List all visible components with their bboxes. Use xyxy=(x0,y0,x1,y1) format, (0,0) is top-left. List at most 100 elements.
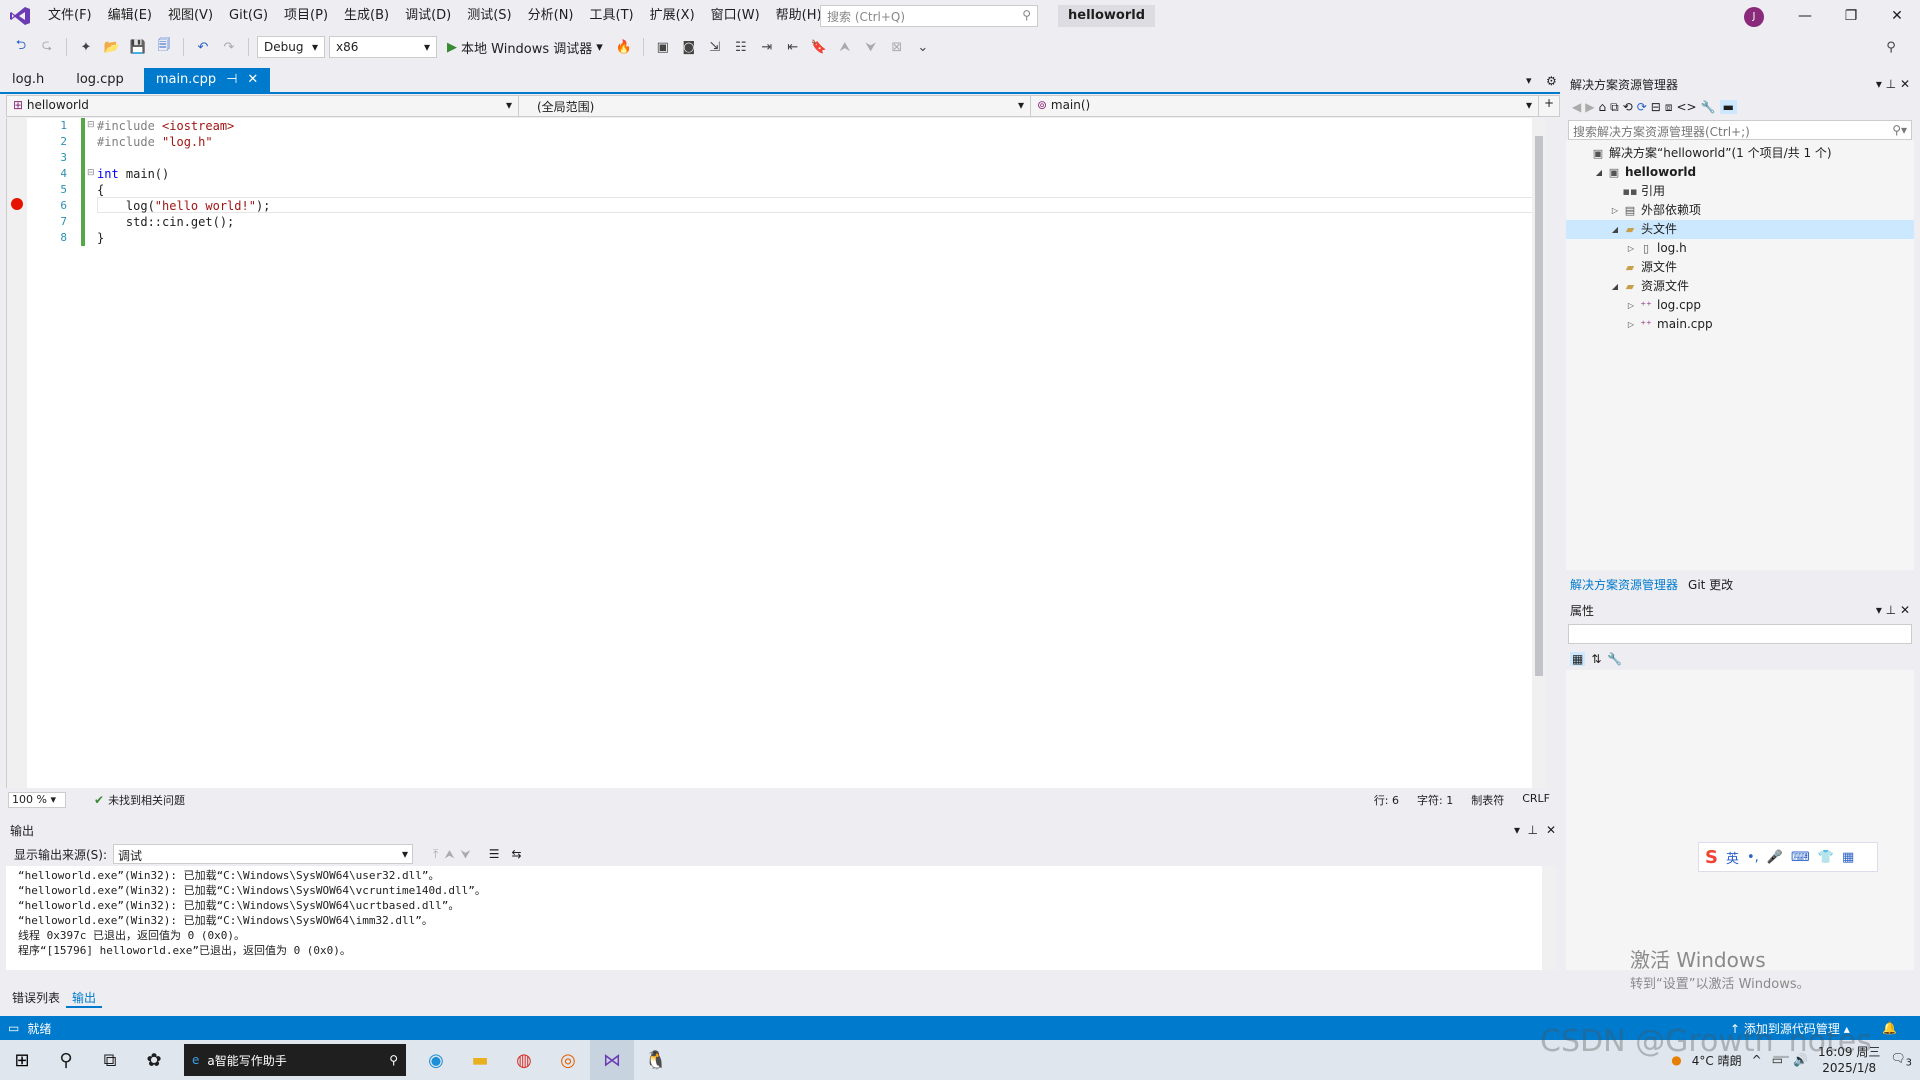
close-icon[interactable]: ✕ xyxy=(1546,823,1556,837)
notifications-bell-icon[interactable]: 🔔 xyxy=(1882,1021,1897,1035)
screenshot-icon[interactable]: ◙ xyxy=(678,36,700,58)
prev-message-icon[interactable]: ⮝ xyxy=(444,847,454,862)
code-editor[interactable]: 12345678 ⊟ ⊟ #include <iostream> #include… xyxy=(6,118,1546,788)
expand-toggle-icon[interactable]: ◢ xyxy=(1608,277,1622,296)
search-icon[interactable]: ⚲ xyxy=(44,1040,88,1080)
ime-mode-toggle[interactable]: 英 xyxy=(1726,848,1739,867)
collapse-all-icon[interactable]: ⊟ xyxy=(1651,100,1661,114)
search-input[interactable]: 搜索 (Ctrl+Q) ⚲ xyxy=(820,5,1038,27)
word-wrap-icon[interactable]: ⇆ xyxy=(512,847,522,861)
minimize-button[interactable]: — xyxy=(1782,0,1828,32)
start-debugging-button[interactable]: ▶ 本地 Windows 调试器 ▾ xyxy=(441,38,609,57)
menu-item[interactable]: 调试(D) xyxy=(397,0,459,32)
app-icon[interactable]: ✿ xyxy=(132,1040,176,1080)
bookmark-icon[interactable]: 🔖 xyxy=(808,36,830,58)
indent-mode-indicator[interactable]: 制表符 xyxy=(1471,792,1504,808)
collapse-toggle-icon[interactable]: ⊟ xyxy=(87,168,95,178)
pin-icon[interactable]: ⊣ xyxy=(226,68,237,92)
expand-toggle-icon[interactable]: ◢ xyxy=(1608,220,1622,239)
microphone-icon[interactable]: 🎤 xyxy=(1767,850,1783,865)
save-icon[interactable]: 💾 xyxy=(127,36,149,58)
expand-toggle-icon[interactable]: ▷ xyxy=(1608,201,1622,220)
output-scrollbar[interactable] xyxy=(1542,866,1556,970)
menu-item[interactable]: 编辑(E) xyxy=(100,0,160,32)
save-all-icon[interactable]: 🗐 xyxy=(153,36,175,58)
menu-item[interactable]: 扩展(X) xyxy=(642,0,703,32)
tree-item[interactable]: ◢ ▰ 资源文件 xyxy=(1566,277,1914,296)
ime-toolbar[interactable]: S 英 •, 🎤 ⌨ 👕 ▦ xyxy=(1698,842,1878,872)
solution-name-badge[interactable]: helloworld xyxy=(1058,5,1156,27)
menu-item[interactable]: 分析(N) xyxy=(520,0,582,32)
tab-main-cpp[interactable]: main.cpp ⊣ ✕ xyxy=(143,68,271,92)
open-file-icon[interactable]: 📂 xyxy=(101,36,123,58)
categorized-icon[interactable]: ▦ xyxy=(1570,652,1586,666)
forward-icon[interactable]: ▶ xyxy=(1585,100,1594,114)
toolbar-overflow-icon[interactable]: ⌄ xyxy=(912,36,934,58)
punctuation-icon[interactable]: •, xyxy=(1747,850,1759,865)
browse-icon[interactable]: ▣ xyxy=(652,36,674,58)
keyboard-icon[interactable]: ⌨ xyxy=(1791,850,1810,865)
tree-item[interactable]: ▷ ⁺⁺ main.cpp xyxy=(1566,315,1914,334)
tree-item[interactable]: ▪▪ 引用 xyxy=(1566,182,1914,201)
code-text[interactable]: #include <iostream> #include "log.h" int m… xyxy=(97,118,270,246)
tree-item[interactable]: ▷ ⁺⁺ log.cpp xyxy=(1566,296,1914,315)
undo-icon[interactable]: ↶ xyxy=(192,36,214,58)
member-dropdown[interactable]: ⊚ main() ▾ xyxy=(1031,96,1539,116)
solution-search-input[interactable]: 搜索解决方案资源管理器(Ctrl+;) ⚲▾ xyxy=(1568,120,1912,140)
view-code-icon[interactable]: <> xyxy=(1677,100,1697,114)
indent-icon[interactable]: ⇥ xyxy=(756,36,778,58)
tab-log-cpp[interactable]: log.cpp xyxy=(64,68,136,92)
scope-dropdown[interactable]: (全局范围) ▾ xyxy=(519,96,1031,116)
tab-solution-explorer[interactable]: 解决方案资源管理器 xyxy=(1570,576,1678,592)
tab-git-changes[interactable]: Git 更改 xyxy=(1688,576,1733,592)
scrollbar-thumb[interactable] xyxy=(1535,136,1543,676)
properties-wrench-icon[interactable]: 🔧 xyxy=(1701,100,1716,114)
switch-views-icon[interactable]: ⧉ xyxy=(1610,100,1619,115)
menu-item[interactable]: 项目(P) xyxy=(276,0,336,32)
toolbox-icon[interactable]: ▦ xyxy=(1842,850,1854,865)
property-pages-icon[interactable]: 🔧 xyxy=(1607,652,1622,666)
outline-icon[interactable]: ☷ xyxy=(730,36,752,58)
zoom-dropdown[interactable]: 100 % ▾ xyxy=(8,792,66,808)
taskbar-search-box[interactable]: e a智能写作助手 ⚲ xyxy=(184,1044,406,1076)
maximize-button[interactable]: ❐ xyxy=(1828,0,1874,32)
clear-all-icon[interactable]: ☰ xyxy=(489,847,500,861)
back-icon[interactable]: ⮌ xyxy=(10,36,32,58)
skin-icon[interactable]: 👕 xyxy=(1818,850,1834,865)
menu-item[interactable]: 窗口(W) xyxy=(703,0,768,32)
output-text[interactable]: “helloworld.exe”(Win32): 已加载“C:\Windows\… xyxy=(6,866,1546,970)
prev-bookmark-icon[interactable]: ⮝ xyxy=(834,36,856,58)
tab-list-dropdown-icon[interactable]: ▾ xyxy=(1526,74,1532,87)
pin-icon[interactable]: ⊥ xyxy=(1886,603,1900,617)
chrome-icon[interactable]: ◍ xyxy=(502,1040,546,1080)
sync-icon[interactable]: ⟳ xyxy=(1637,100,1647,114)
next-message-icon[interactable]: ⮟ xyxy=(461,847,471,862)
show-all-files-icon[interactable]: ⧈ xyxy=(1665,100,1673,115)
pending-changes-icon[interactable]: ⟲ xyxy=(1623,100,1633,114)
expand-toggle-icon[interactable]: ▷ xyxy=(1624,296,1638,315)
gear-icon[interactable]: ⚙ xyxy=(1546,74,1557,88)
close-icon[interactable]: ✕ xyxy=(1900,77,1910,91)
back-icon[interactable]: ◀ xyxy=(1572,100,1581,114)
redo-icon[interactable]: ↷ xyxy=(218,36,240,58)
window-position-icon[interactable]: ▾ xyxy=(1876,77,1886,91)
edge-icon[interactable]: ◉ xyxy=(414,1040,458,1080)
breakpoint-gutter[interactable] xyxy=(7,118,27,788)
tree-item[interactable]: ▣ 解决方案“helloworld”(1 个项目/共 1 个) xyxy=(1566,144,1914,163)
window-position-icon[interactable]: ▾ xyxy=(1514,823,1520,837)
find-message-icon[interactable]: ⤒ xyxy=(433,847,438,862)
output-source-dropdown[interactable]: 调试 ▾ xyxy=(113,844,414,864)
tree-item[interactable]: ◢ ▣ helloworld xyxy=(1566,163,1914,182)
next-bookmark-icon[interactable]: ⮟ xyxy=(860,36,882,58)
tree-item[interactable]: ▰ 源文件 xyxy=(1566,258,1914,277)
new-project-icon[interactable]: ✦ xyxy=(75,36,97,58)
tab-output[interactable]: 输出 xyxy=(66,988,103,1008)
issues-indicator[interactable]: ✔ 未找到相关问题 xyxy=(94,792,185,808)
alphabetical-icon[interactable]: ⇅ xyxy=(1591,652,1601,666)
breakpoint-icon[interactable] xyxy=(11,198,23,210)
project-dropdown[interactable]: ⊞ helloworld ▾ xyxy=(7,96,519,116)
vertical-scrollbar[interactable] xyxy=(1532,118,1546,788)
platform-dropdown[interactable]: x86 ▾ xyxy=(329,36,437,58)
tab-log-h[interactable]: log.h xyxy=(0,68,56,92)
window-position-icon[interactable]: ▾ xyxy=(1876,603,1886,617)
